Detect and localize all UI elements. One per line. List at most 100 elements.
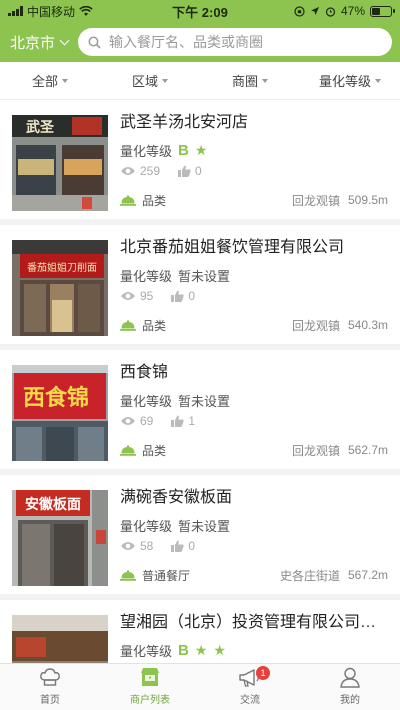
area-label: 回龙观镇 [291,318,340,333]
eye-icon [121,417,135,425]
grade-row: 量化等级 B ★ [120,141,388,159]
restaurant-info: 望湘园（北京）投资管理有限公司北... 量化等级 B ★ ★ [120,612,388,659]
view-count: 95 [140,289,154,303]
restaurant-name: 望湘园（北京）投资管理有限公司北... [120,614,388,631]
photo-sign-text: 西食锦 [23,385,89,411]
category-label: 普通餐厅 [142,568,191,583]
photo-sign-text: 武圣 [26,119,55,136]
distance-label: 562.7m [347,443,388,457]
stats-row: 69 1 [120,412,388,430]
grade-row: 量化等级 暂未设置 [120,391,388,409]
restaurant-name: 西食锦 [120,364,169,381]
grade-value: 暂未设置 [178,393,231,409]
status-bar: 中国移动 下午 2:09 47% [0,0,400,22]
restaurant-item[interactable]: 安徽板面 满碗香安徽板面 量化等级 暂未设置 58 0 普通餐厅 史各庄街道 5… [0,475,400,594]
search-icon [88,36,101,49]
caret-down-icon [62,79,68,83]
tab-merchant-list[interactable]: • 商户列表 [100,664,200,710]
battery-icon [370,5,395,17]
tab-community[interactable]: 1 交流 [200,664,300,710]
tab-label: 交流 [240,695,260,706]
thumbs-up-icon[interactable] [171,415,185,427]
stats-row: 58 0 [120,537,388,555]
user-icon [339,664,361,688]
status-right: 47% [252,4,395,18]
distance-label: 509.5m [347,193,388,207]
meta-row: 普通餐厅 史各庄街道 567.2m [120,566,388,584]
thumbs-up-icon[interactable] [178,165,191,177]
tab-bar: 首页 • 商户列表 1 交流 我的 [0,663,400,710]
caret-down-icon [262,79,268,83]
view-count: 259 [140,164,161,178]
chevron-down-icon [59,35,70,45]
grade-label: 量化等级 [120,393,173,409]
app-header: 北京市 [0,22,400,62]
star-icon: ★ [194,141,208,158]
restaurant-item[interactable]: 望湘园（北京）投资管理有限公司北... 量化等级 B ★ ★ [0,600,400,663]
grade-value: 暂未设置 [178,268,231,284]
thumbs-up-icon[interactable] [171,290,185,302]
city-selector[interactable]: 北京市 [10,32,78,53]
meta-row: 品类 回龙观镇 509.5m [120,191,388,209]
area-label: 回龙观镇 [291,193,340,208]
restaurant-name: 北京番茄姐姐餐饮管理有限公司 [120,239,345,256]
grade-row: 量化等级 B ★ ★ [120,641,388,659]
category-label: 品类 [142,318,167,333]
cloche-icon [120,444,136,456]
restaurant-item[interactable]: 番茄姐姐刀削面 北京番茄姐姐餐饮管理有限公司 量化等级 暂未设置 95 0 品类… [0,225,400,344]
grade-value: 暂未设置 [178,518,231,534]
svg-text:•: • [148,675,152,682]
like-count: 0 [195,164,202,178]
filter-region[interactable]: 区域 [100,62,200,99]
filter-grade[interactable]: 量化等级 [300,62,400,99]
restaurant-name: 满碗香安徽板面 [120,489,233,506]
star-icon: ★ [213,641,226,658]
filter-label: 商圈 [231,74,258,89]
restaurant-info: 武圣羊汤北安河店 量化等级 B ★ 259 0 [120,112,388,180]
filter-business-district[interactable]: 商圈 [200,62,300,99]
tab-label: 商户列表 [130,695,170,706]
distance-label: 540.3m [347,318,388,332]
wifi-icon [79,5,93,16]
eye-icon [121,542,135,550]
filter-label: 量化等级 [318,74,371,89]
cloche-icon [120,319,136,331]
restaurant-item[interactable]: 西食锦 西食锦 量化等级 暂未设置 69 1 品类 回龙观镇 562.7m [0,350,400,469]
filter-bar: 全部 区域 商圈 量化等级 [0,62,400,100]
distance-label: 567.2m [347,568,388,582]
carrier-name: 中国移动 [27,4,76,19]
filter-label: 全部 [31,74,58,89]
search-input[interactable] [109,34,382,50]
notification-badge: 1 [256,666,270,680]
area-label: 史各庄街道 [279,568,340,583]
thumbs-up-icon[interactable] [171,540,185,552]
storefront-icon: • [139,664,161,688]
grade-label: 量化等级 [120,518,173,534]
tab-label: 我的 [340,695,360,706]
like-count: 0 [188,539,196,553]
photo-sign-text: 安徽板面 [25,496,81,513]
cloche-icon [120,569,136,581]
restaurant-info: 北京番茄姐姐餐饮管理有限公司 量化等级 暂未设置 95 0 [120,237,388,305]
tab-profile[interactable]: 我的 [300,664,400,710]
photo-sign-text: 番茄姐姐刀削面 [27,261,97,274]
city-label: 北京市 [10,34,56,52]
restaurant-item[interactable]: 武圣 武圣羊汤北安河店 量化等级 B ★ 259 0 品类 回龙观镇 509.5… [0,100,400,219]
grade-value: B [178,141,189,159]
restaurant-photo [12,615,108,663]
tab-home[interactable]: 首页 [0,664,100,710]
restaurant-info: 西食锦 量化等级 暂未设置 69 1 [120,362,388,430]
view-count: 58 [140,539,154,553]
filter-label: 区域 [131,74,158,89]
chef-hat-icon [39,664,61,688]
filter-all[interactable]: 全部 [0,62,100,99]
restaurant-info: 满碗香安徽板面 量化等级 暂未设置 58 0 [120,487,388,555]
like-count: 1 [188,414,196,428]
stats-row: 259 0 [120,162,388,180]
search-bar[interactable] [78,28,392,56]
restaurant-list[interactable]: 武圣 武圣羊汤北安河店 量化等级 B ★ 259 0 品类 回龙观镇 509.5… [0,100,400,663]
grade-label: 量化等级 [120,643,173,659]
category-label: 品类 [142,193,167,208]
area-label: 回龙观镇 [291,443,340,458]
grade-label: 量化等级 [120,268,173,284]
